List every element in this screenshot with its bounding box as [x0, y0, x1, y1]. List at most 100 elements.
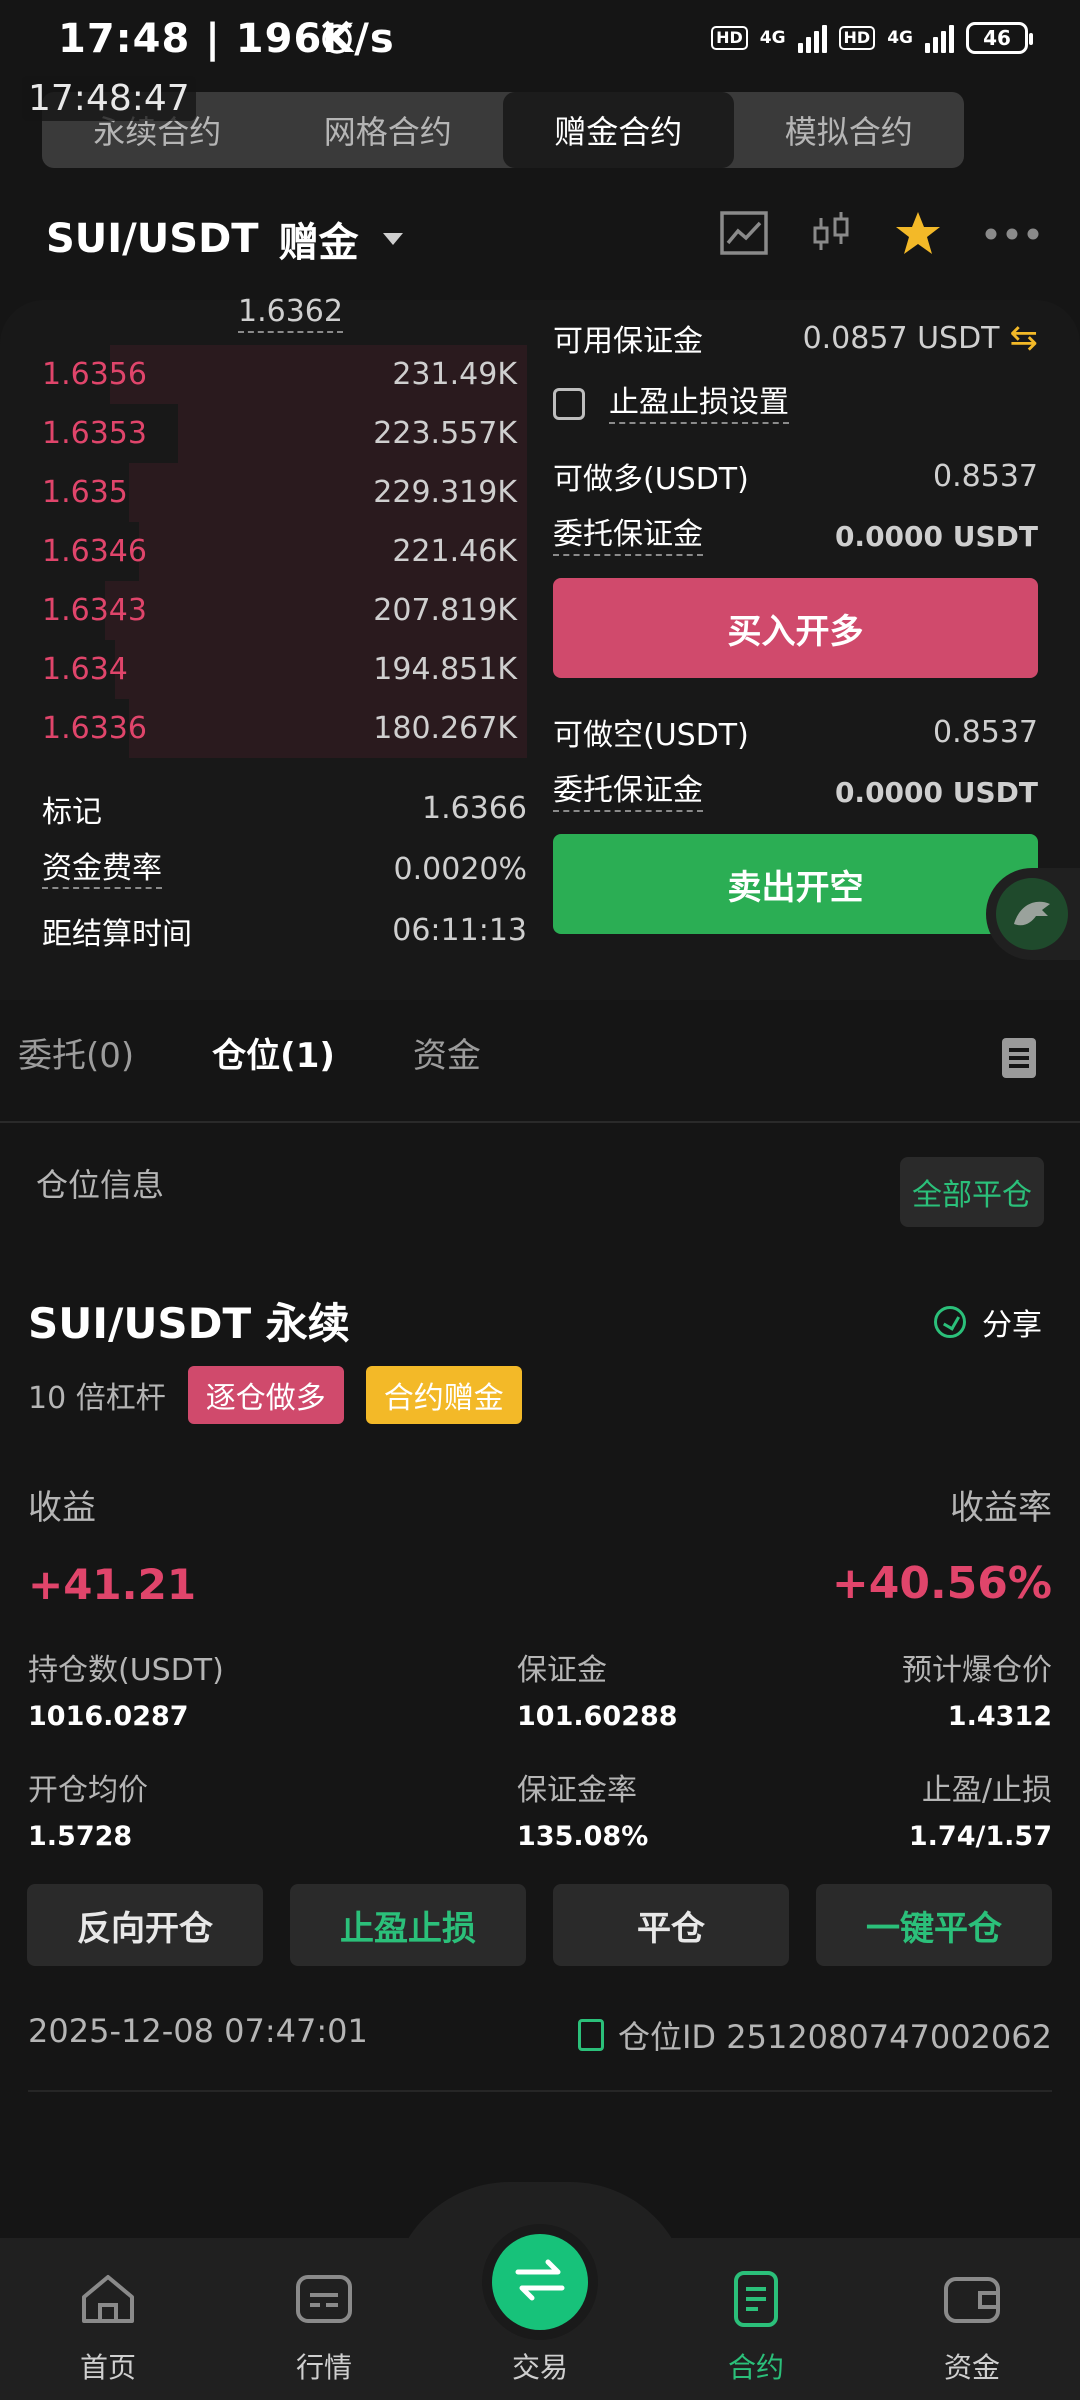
share-icon	[934, 1306, 966, 1338]
tpsl-button[interactable]: 止盈止损	[290, 1884, 526, 1966]
tab-positions[interactable]: 仓位(1)	[212, 1028, 335, 1077]
tab-bonus[interactable]: 赠金合约	[503, 92, 734, 168]
reverse-open-button[interactable]: 反向开仓	[27, 1884, 263, 1966]
ask-row[interactable]: 1.6353 223.557K	[42, 404, 527, 463]
candlestick-icon[interactable]	[810, 210, 852, 260]
pnl-value: +41.21	[28, 1560, 197, 1609]
tpsl-label: 止盈/止损	[921, 1773, 1052, 1808]
position-tags: 10 倍杠杆 逐仓做多 合约赠金	[28, 1366, 522, 1424]
order-margin-label[interactable]: 委托保证金	[553, 772, 703, 812]
pair-mode: 赠金	[278, 220, 359, 266]
mark-value: 1.6366	[422, 791, 527, 826]
close-all-button[interactable]: 全部平仓	[900, 1157, 1044, 1227]
nav-label: 首页	[79, 2351, 136, 2384]
pair-name: SUI/USDT	[46, 216, 259, 262]
ask-row[interactable]: 1.635 229.319K	[42, 463, 527, 522]
home-icon	[78, 2271, 138, 2334]
available-margin-label: 可用保证金	[553, 324, 703, 359]
ask-qty: 231.49K	[392, 357, 517, 392]
hd-badge: HD	[711, 26, 748, 50]
ask-qty: 229.319K	[373, 475, 517, 510]
signal-icon	[925, 23, 954, 53]
floating-assistant[interactable]	[986, 868, 1080, 960]
entry-price-label: 开仓均价	[28, 1773, 148, 1808]
swap-arrows-icon	[514, 2258, 566, 2306]
ask-qty: 221.46K	[392, 534, 517, 569]
position-tabs: 委托(0) 仓位(1) 资金	[18, 1028, 481, 1077]
pair-selector[interactable]: SUI/USDT 赠金	[46, 210, 403, 268]
nav-market[interactable]: 行情	[216, 2238, 432, 2400]
caret-down-icon	[382, 233, 403, 245]
margin-rate-label: 保证金率	[517, 1773, 637, 1808]
position-actions: 反向开仓 止盈止损 平仓 一键平仓	[27, 1884, 1052, 1966]
ask-price: 1.6336	[42, 711, 147, 746]
alarm-icon	[318, 18, 356, 60]
margin-rate-value: 135.08%	[517, 1821, 649, 1852]
transfer-icon[interactable]: ⇆	[1010, 318, 1039, 358]
share-label: 分享	[982, 1308, 1042, 1343]
close-position-button[interactable]: 平仓	[553, 1884, 789, 1966]
ask-row[interactable]: 1.6346 221.46K	[42, 522, 527, 581]
can-long-value: 0.8537	[933, 458, 1038, 494]
pnl-rate-label: 收益率	[950, 1488, 1052, 1528]
order-margin-value: 0.0000 USDT	[834, 775, 1038, 809]
settlement-label: 距结算时间	[42, 916, 192, 952]
quick-close-button[interactable]: 一键平仓	[816, 1884, 1052, 1966]
leverage-label: 10 倍杠杆	[28, 1381, 166, 1416]
tpsl-checkbox[interactable]	[553, 388, 585, 420]
assistant-icon	[996, 878, 1068, 950]
orderbook-mid-price: 1.6362	[238, 294, 343, 333]
position-details: 持仓数(USDT) 1016.0287 保证金 101.60288 预计爆仓价 …	[28, 1645, 1052, 1865]
ask-row[interactable]: 1.634 194.851K	[42, 640, 527, 699]
nav-home[interactable]: 首页	[0, 2238, 216, 2400]
buy-open-long-button[interactable]: 买入开多	[553, 578, 1038, 678]
position-title: SUI/USDT 永续	[28, 1299, 350, 1348]
ask-price: 1.6343	[42, 593, 147, 628]
divider	[28, 2090, 1052, 2092]
open-timestamp: 2025-12-08 07:47:01	[28, 2012, 368, 2050]
divider	[0, 1121, 1080, 1123]
line-chart-icon[interactable]	[720, 211, 768, 259]
trade-center-button[interactable]	[492, 2234, 588, 2330]
position-id[interactable]: 仓位ID 2512080747002062	[577, 2012, 1052, 2058]
document-icon[interactable]	[1002, 1038, 1036, 1078]
position-info-label: 仓位信息	[36, 1166, 165, 1204]
size-label: 持仓数(USDT)	[28, 1653, 224, 1688]
more-icon[interactable]	[984, 226, 1040, 245]
sell-open-short-button[interactable]: 卖出开空	[553, 834, 1038, 934]
pnl-label: 收益	[28, 1488, 96, 1528]
ask-row[interactable]: 1.6336 180.267K	[42, 699, 527, 758]
ask-price: 1.635	[42, 475, 128, 510]
order-form: 可用保证金 0.0857 USDT ⇆ 止盈止损设置 可做多(USDT) 0.85…	[553, 310, 1038, 934]
tab-grid[interactable]: 网格合约	[273, 92, 504, 168]
funding-rate-value: 0.0020%	[393, 852, 527, 887]
share-button[interactable]: 分享	[934, 1300, 1042, 1344]
star-icon[interactable]	[894, 210, 942, 260]
network-type: 4G	[759, 28, 786, 48]
ask-row[interactable]: 1.6343 207.819K	[42, 581, 527, 640]
header-actions	[720, 210, 1040, 260]
margin-value: 101.60288	[517, 1701, 678, 1732]
available-margin-value: 0.0857 USDT	[802, 320, 1000, 356]
ask-price: 1.6346	[42, 534, 147, 569]
ask-row[interactable]: 1.6356 231.49K	[42, 345, 527, 404]
tpsl-toggle[interactable]: 止盈止损设置	[553, 384, 1038, 424]
tab-funds[interactable]: 资金	[413, 1028, 481, 1077]
can-short-value: 0.8537	[933, 714, 1038, 750]
order-margin-value: 0.0000 USDT	[834, 519, 1038, 553]
market-icon	[294, 2271, 354, 2334]
battery-icon: 46	[966, 22, 1033, 54]
entry-price-value: 1.5728	[28, 1821, 133, 1852]
orderbook-asks: 1.6356 231.49K 1.6353 223.557K 1.635 229.31…	[42, 345, 527, 758]
tab-simulated[interactable]: 模拟合约	[734, 92, 965, 168]
order-margin-label[interactable]: 委托保证金	[553, 516, 703, 556]
liquidation-value: 1.4312	[947, 1701, 1052, 1732]
nav-label: 交易	[511, 2351, 568, 2384]
tab-orders[interactable]: 委托(0)	[18, 1028, 134, 1077]
nav-contract[interactable]: 合约	[648, 2238, 864, 2400]
market-stats: 标记 1.6366 资金费率 0.0020% 距结算时间 06:11:13	[42, 778, 527, 961]
funding-rate-label[interactable]: 资金费率	[42, 851, 162, 889]
nav-assets[interactable]: 资金	[864, 2238, 1080, 2400]
pnl-rate-value: +40.56%	[831, 1558, 1052, 1609]
settlement-countdown: 06:11:13	[392, 913, 527, 948]
